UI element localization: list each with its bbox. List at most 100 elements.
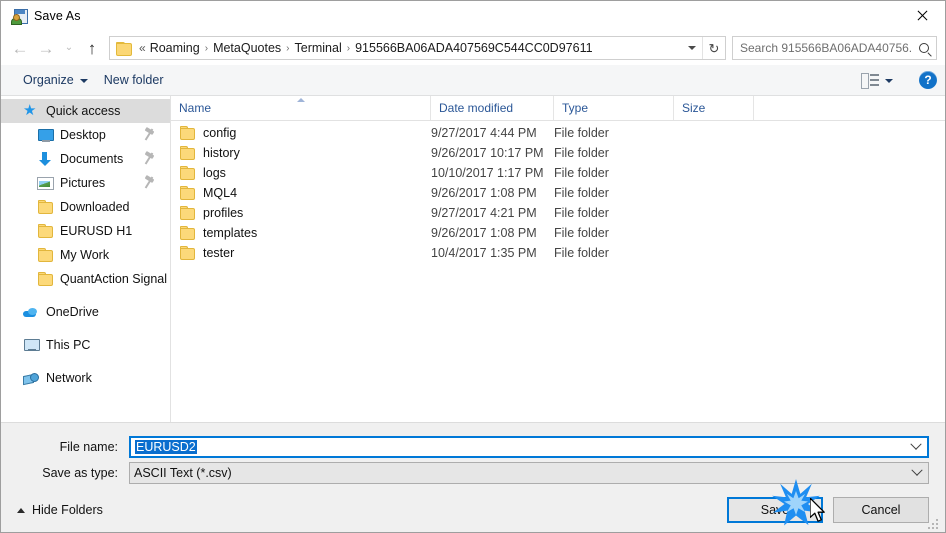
file-name-cell: templates — [171, 225, 431, 241]
file-name-dropdown-button[interactable] — [905, 438, 927, 451]
sidebar-item-my-work[interactable]: My Work — [1, 243, 170, 267]
folder-icon — [37, 223, 53, 239]
recent-locations-button[interactable]: ⌄ — [59, 35, 79, 61]
table-row[interactable]: history 9/26/2017 10:17 PM File folder — [171, 143, 945, 163]
chevron-down-icon — [688, 46, 696, 50]
new-folder-button[interactable]: New folder — [96, 69, 172, 91]
save-button[interactable]: Save — [727, 497, 823, 523]
search-box[interactable]: Search 915566BA06ADA40756... — [732, 36, 937, 60]
table-row[interactable]: templates 9/26/2017 1:08 PM File folder — [171, 223, 945, 243]
breadcrumb-item-roaming[interactable]: Roaming — [147, 39, 203, 57]
file-name-text: logs — [203, 166, 226, 180]
arrow-left-icon: ← — [11, 38, 29, 58]
back-button[interactable]: ← — [7, 35, 33, 61]
file-name-cell: history — [171, 145, 431, 161]
refresh-button[interactable]: ↻ — [702, 37, 725, 59]
type-cell: File folder — [554, 206, 609, 220]
file-name-input[interactable]: EURUSD2 — [131, 440, 905, 454]
cancel-button-label: Cancel — [861, 503, 901, 517]
column-header-filler — [754, 96, 945, 120]
column-header-type[interactable]: Type — [554, 96, 674, 120]
pin-icon[interactable] — [144, 126, 156, 141]
folder-icon — [179, 225, 195, 241]
column-header-size[interactable]: Size — [674, 96, 754, 120]
forward-button[interactable]: → — [33, 35, 59, 61]
close-button[interactable] — [899, 1, 945, 31]
arrow-right-icon: → — [37, 38, 55, 58]
arrow-up-icon: ↑ — [87, 38, 97, 58]
breadcrumb-item-terminal-id[interactable]: 915566BA06ADA407569C544CC0D97611 — [352, 39, 595, 57]
change-view-button[interactable] — [853, 69, 901, 91]
file-name-cell: config — [171, 125, 431, 141]
file-form: File name: EURUSD2 Save as type: ASCII T… — [1, 422, 945, 488]
organize-button[interactable]: Organize — [15, 69, 96, 91]
sidebar-item-quantaction-signal[interactable]: QuantAction Signal — [1, 267, 170, 291]
resize-grip[interactable] — [928, 516, 941, 529]
file-name-cell: profiles — [171, 205, 431, 221]
hide-folders-button[interactable]: Hide Folders — [17, 503, 103, 517]
sidebar-item-downloaded[interactable]: Downloaded — [1, 195, 170, 219]
navigation-bar: ← → ⌄ ↑ « Roaming › MetaQuotes › Termina… — [1, 31, 945, 65]
folder-icon — [37, 271, 53, 287]
address-dropdown-button[interactable] — [682, 37, 702, 59]
pin-icon[interactable] — [144, 150, 156, 165]
organize-label: Organize — [23, 73, 74, 87]
type-cell: File folder — [554, 146, 609, 160]
sidebar-item-network[interactable]: Network — [1, 366, 170, 390]
table-row[interactable]: MQL4 9/26/2017 1:08 PM File folder — [171, 183, 945, 203]
sidebar-item-desktop[interactable]: Desktop — [1, 123, 170, 147]
address-bar[interactable]: « Roaming › MetaQuotes › Terminal › 9155… — [109, 36, 726, 60]
sidebar-item-eurusd-h1[interactable]: EURUSD H1 — [1, 219, 170, 243]
network-icon — [23, 370, 39, 386]
sidebar-item-this-pc[interactable]: This PC — [1, 333, 170, 357]
help-button[interactable]: ? — [919, 71, 937, 89]
date-modified-cell: 10/4/2017 1:35 PM — [431, 246, 537, 260]
search-input[interactable]: Search 915566BA06ADA40756... — [733, 41, 912, 55]
table-row[interactable]: logs 10/10/2017 1:17 PM File folder — [171, 163, 945, 183]
date-modified-cell: 9/26/2017 1:08 PM — [431, 186, 537, 200]
type-cell: File folder — [554, 166, 609, 180]
sidebar-item-documents[interactable]: Documents — [1, 147, 170, 171]
table-row[interactable]: config 9/27/2017 4:44 PM File folder — [171, 123, 945, 143]
type-cell: File folder — [554, 186, 609, 200]
breadcrumb-item-terminal[interactable]: Terminal — [292, 39, 345, 57]
table-row[interactable]: tester 10/4/2017 1:35 PM File folder — [171, 243, 945, 263]
sidebar-item-quick-access[interactable]: ★ Quick access — [1, 99, 170, 123]
folder-icon — [179, 245, 195, 261]
pin-icon[interactable] — [144, 174, 156, 189]
breadcrumb-separator-icon[interactable]: › — [345, 43, 352, 54]
save-button-label: Save — [760, 503, 790, 517]
column-label-type: Type — [562, 101, 589, 115]
save-as-type-combobox[interactable]: ASCII Text (*.csv) — [129, 462, 929, 484]
folder-icon — [116, 42, 132, 56]
column-header-name[interactable]: Name — [171, 96, 431, 120]
breadcrumb-separator-icon[interactable]: › — [203, 43, 210, 54]
table-row[interactable]: profiles 9/27/2017 4:21 PM File folder — [171, 203, 945, 223]
column-label-name: Name — [179, 101, 212, 115]
file-name-text: MQL4 — [203, 186, 238, 200]
cancel-button[interactable]: Cancel — [833, 497, 929, 523]
date-modified-cell: 9/26/2017 10:17 PM — [431, 146, 544, 160]
sidebar-item-label: Network — [46, 371, 92, 385]
sidebar-item-label: EURUSD H1 — [60, 224, 133, 238]
save-as-type-dropdown-button[interactable] — [906, 464, 928, 477]
breadcrumb-separator-icon[interactable]: › — [284, 43, 291, 54]
column-header-date-modified[interactable]: Date modified — [431, 96, 554, 120]
sidebar-item-label: QuantAction Signal — [60, 272, 168, 286]
chevron-down-icon — [885, 79, 893, 83]
breadcrumb-item-metaquotes[interactable]: MetaQuotes — [210, 39, 284, 57]
save-as-type-label: Save as type: — [42, 466, 118, 480]
type-cell: File folder — [554, 226, 609, 240]
sidebar-item-onedrive[interactable]: OneDrive — [1, 300, 170, 324]
search-icon[interactable] — [912, 43, 936, 53]
sidebar-item-label: OneDrive — [46, 305, 99, 319]
up-button[interactable]: ↑ — [79, 35, 105, 61]
sidebar-item-pictures[interactable]: Pictures — [1, 171, 170, 195]
close-icon — [916, 10, 928, 22]
column-header-row: Name Date modified Type Size — [171, 96, 945, 121]
file-name-cell: logs — [171, 165, 431, 181]
breadcrumb-overflow[interactable]: « — [136, 39, 147, 57]
help-icon: ? — [924, 73, 932, 87]
file-name-combobox[interactable]: EURUSD2 — [129, 436, 929, 458]
date-modified-cell: 9/27/2017 4:21 PM — [431, 206, 537, 220]
